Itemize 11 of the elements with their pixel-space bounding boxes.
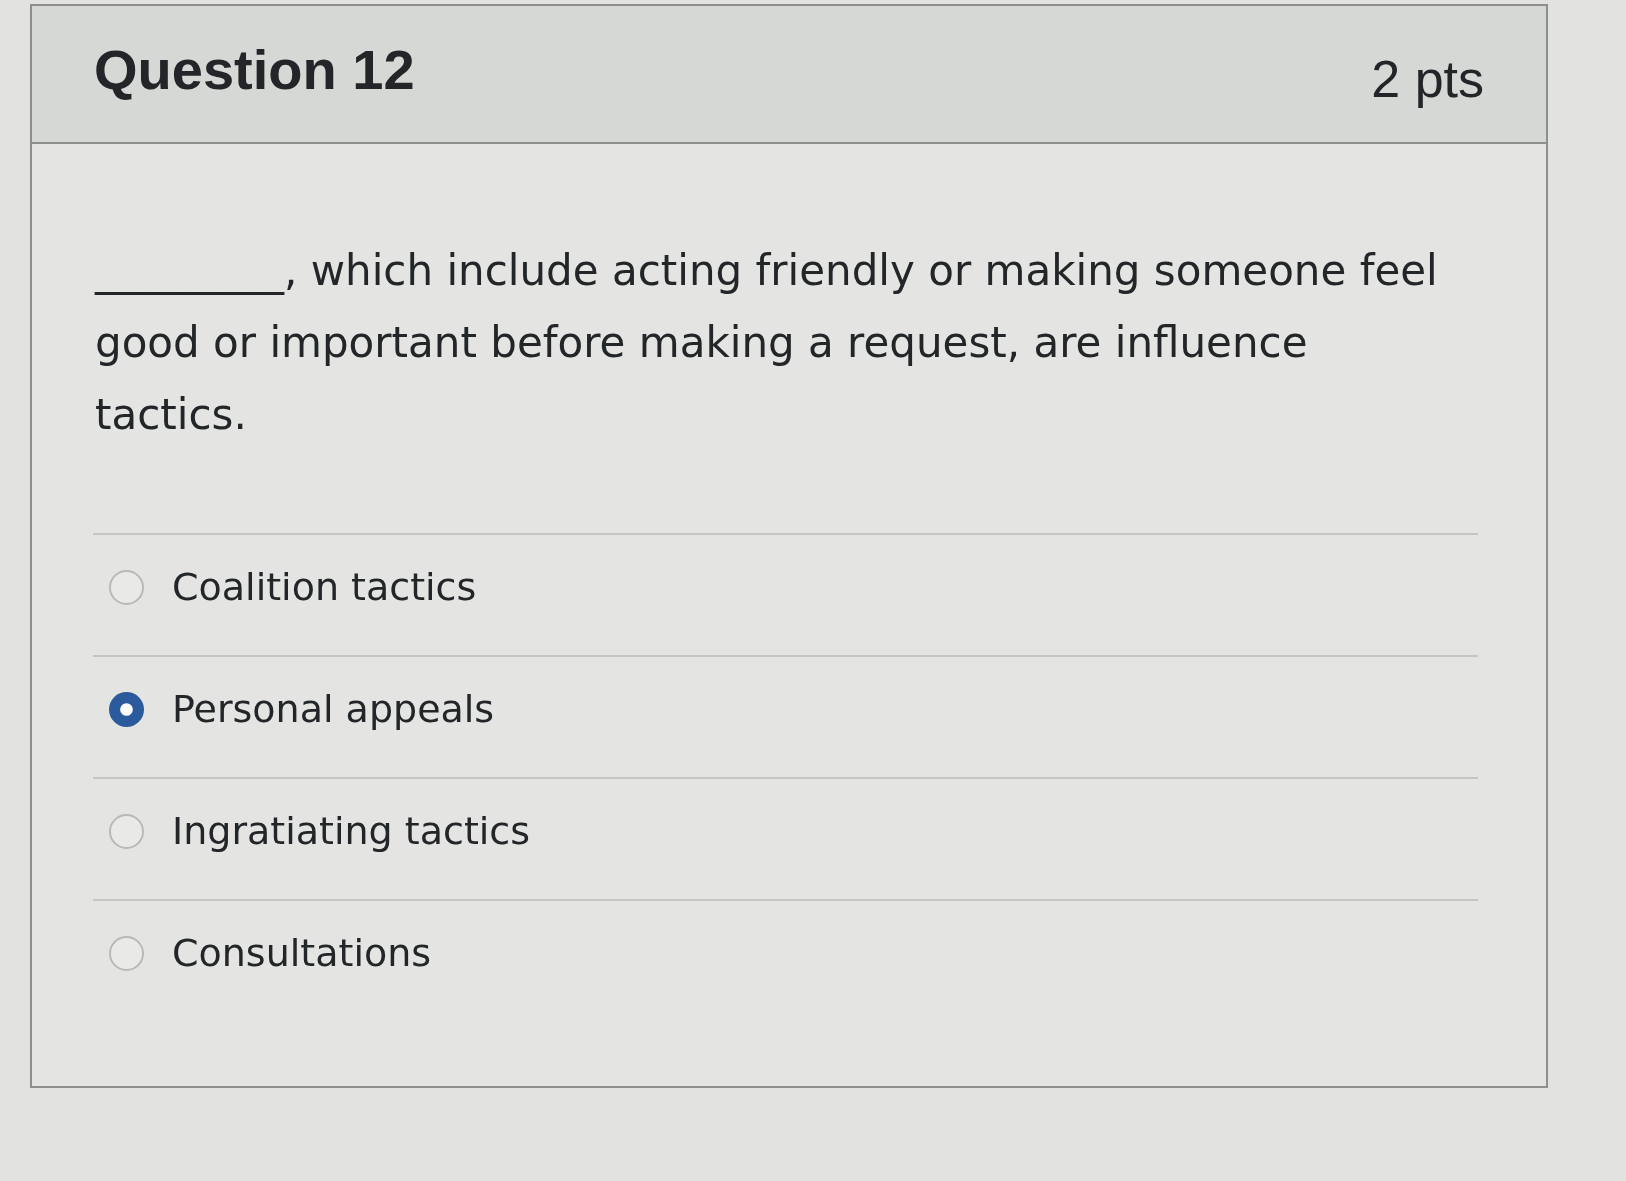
answer-label: Personal appeals <box>172 688 495 730</box>
radio-button[interactable] <box>109 569 144 605</box>
points-label: 2 pts <box>1371 49 1484 109</box>
radio-button[interactable] <box>109 691 144 727</box>
question-title: Question 12 <box>94 38 415 102</box>
answer-label: Ingratiating tactics <box>172 810 531 852</box>
question-text: _________, which include acting friendly or making someone feel good or important before making a request, are influence tactics. <box>95 245 1439 441</box>
radio-button[interactable] <box>109 813 144 849</box>
answer-label: Coalition tactics <box>172 566 477 608</box>
radio-button[interactable] <box>109 935 144 971</box>
answer-label: Consultations <box>172 932 432 974</box>
